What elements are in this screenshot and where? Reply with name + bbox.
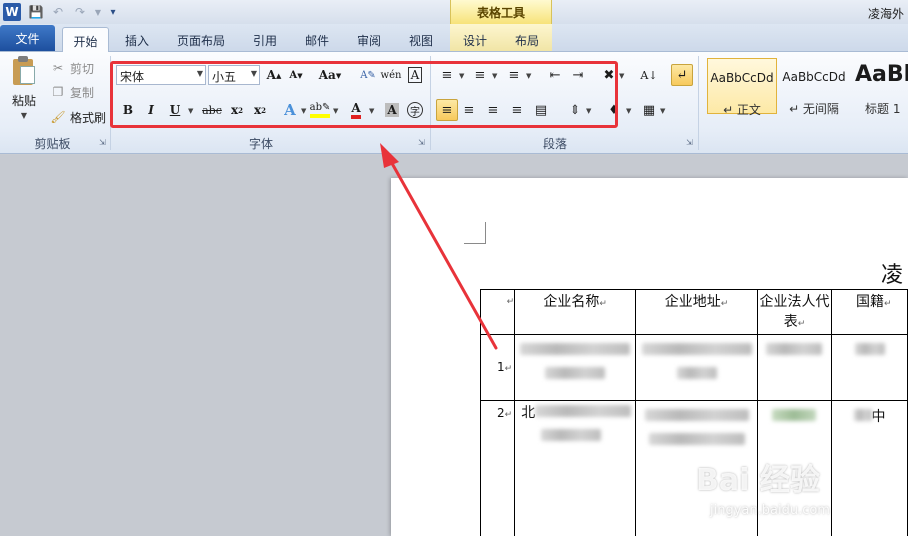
title-bar: W 💾 ↶ ↷ ▼ ▾ 表格工具 凌海外 [0, 0, 908, 24]
paste-label: 粘贴 [11, 94, 36, 108]
format-painter-button[interactable]: 🖌 格式刷 [50, 107, 106, 127]
style-heading-1-name: 标题 1 [865, 102, 901, 114]
document-heading: 凌 [881, 263, 904, 288]
paste-icon [11, 56, 37, 86]
word-logo-icon[interactable]: W [3, 3, 21, 21]
style-heading-1-sample: AaBl [855, 62, 908, 87]
chinese-layout-dropdown-icon[interactable]: ▼ [619, 72, 624, 80]
table-cell[interactable]: ↵ [479, 289, 516, 335]
clipboard-dialog-launcher-icon[interactable]: ⇲ [99, 138, 106, 147]
page-margin-corner-mark [464, 222, 486, 244]
header-legal-representative[interactable]: 企业法人代表↵ [756, 289, 833, 335]
tab-table-design[interactable]: 设计 [456, 27, 494, 52]
table-header-row: ↵ 企业名称↵ 企业地址↵ 企业法人代表↵ 国籍↵ [479, 289, 908, 335]
header-nationality[interactable]: 国籍↵ [831, 289, 908, 335]
row-number-cell[interactable]: 1↵ [479, 334, 516, 401]
tab-insert[interactable]: 插入 [118, 27, 156, 52]
customize-qat-icon[interactable]: ▾ [104, 3, 122, 21]
format-painter-icon: 🖌 [50, 110, 66, 124]
header-company-address[interactable]: 企业地址↵ [635, 289, 758, 335]
style-normal-name: ↵ 正文 [723, 103, 761, 117]
cut-button[interactable]: ✂ 剪切 [50, 58, 94, 78]
paste-dropdown-icon[interactable]: ▼ [5, 111, 43, 120]
cell-end-mark-icon: ↵ [506, 297, 515, 307]
table-cell-redacted[interactable] [756, 334, 833, 401]
font-group-highlight-box [110, 61, 618, 128]
scissors-icon: ✂ [52, 61, 64, 75]
table-tools-context-band: 表格工具 [450, 0, 552, 24]
tab-page-layout[interactable]: 页面布局 [170, 27, 232, 52]
borders-dropdown-icon[interactable]: ▼ [660, 107, 665, 115]
row-number-cell[interactable]: 2↵ [479, 400, 516, 536]
style-normal-sample: AaBbCcDd [710, 71, 774, 85]
group-separator [698, 56, 699, 150]
paragraph-dialog-launcher-icon[interactable]: ⇲ [686, 138, 693, 147]
tab-mailings[interactable]: 邮件 [298, 27, 336, 52]
table-row: 1↵ [479, 334, 908, 401]
show-hide-marks-button[interactable]: ↵ [671, 64, 693, 86]
style-heading-1[interactable]: AaBl 标题 1 [851, 58, 908, 114]
copy-label: 复制 [70, 85, 95, 100]
style-no-spacing-name: ↵ 无间隔 [789, 102, 839, 116]
tab-review[interactable]: 审阅 [350, 27, 388, 52]
tab-file[interactable]: 文件 [0, 25, 55, 51]
undo-icon[interactable]: ↶ [49, 3, 67, 21]
baidu-jingyan-watermark: Bai 经验 jingyan.baidu.com [696, 455, 908, 536]
table-cell-redacted[interactable] [831, 334, 908, 401]
font-group-label: 字体 [248, 137, 273, 151]
paragraph-group-label: 段落 [542, 137, 567, 151]
styles-gallery: AaBbCcDd ↵ 正文 AaBbCcDd ↵ 无间隔 AaBl 标题 1 [705, 58, 908, 117]
ribbon-tab-bar: 文件 开始 插入 页面布局 引用 邮件 审阅 视图 设计 布局 [0, 24, 908, 53]
table-cell-redacted[interactable] [514, 334, 637, 401]
header-company-name[interactable]: 企业名称↵ [514, 289, 637, 335]
save-icon[interactable]: 💾 [27, 3, 45, 21]
table-cell-redacted[interactable]: 北 [514, 400, 637, 536]
font-dialog-launcher-icon[interactable]: ⇲ [418, 138, 425, 147]
table-tools-title: 表格工具 [476, 6, 525, 20]
borders-button[interactable]: ▦ [638, 99, 660, 121]
tab-references[interactable]: 引用 [246, 27, 284, 52]
copy-icon: ❐ [52, 85, 64, 99]
tab-view[interactable]: 视图 [402, 27, 440, 52]
style-no-spacing-sample: AaBbCcDd [782, 70, 846, 84]
clipboard-group-label: 剪贴板 [34, 137, 71, 151]
document-title: 凌海外 [868, 7, 905, 21]
copy-button[interactable]: ❐ 复制 [50, 82, 94, 102]
cut-label: 剪切 [70, 61, 95, 76]
redo-icon[interactable]: ↷ [71, 3, 89, 21]
tab-home[interactable]: 开始 [62, 27, 109, 53]
sort-button[interactable]: A↓ [638, 64, 660, 86]
style-no-spacing[interactable]: AaBbCcDd ↵ 无间隔 [781, 58, 847, 116]
table-cell-redacted[interactable] [635, 334, 758, 401]
format-painter-label: 格式刷 [70, 110, 107, 125]
shading-dropdown-icon[interactable]: ▼ [626, 107, 631, 115]
style-normal[interactable]: AaBbCcDd ↵ 正文 [707, 58, 777, 117]
watermark-url: jingyan.baidu.com [710, 503, 830, 518]
tab-table-layout[interactable]: 布局 [508, 27, 546, 52]
watermark-brand: Bai 经验 [696, 463, 820, 498]
paste-button[interactable]: 粘贴 ▼ [5, 56, 43, 126]
